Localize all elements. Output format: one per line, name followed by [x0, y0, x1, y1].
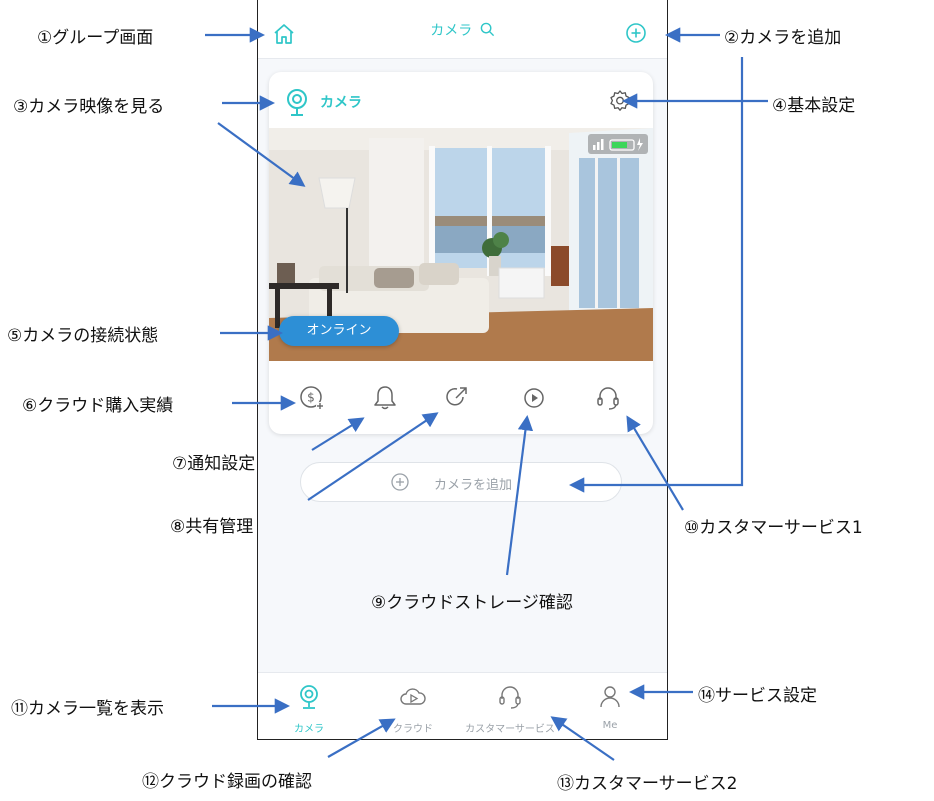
annotation-5: ⑤カメラの接続状態 — [7, 326, 159, 346]
annotation-4: ④基本設定 — [772, 96, 856, 116]
annotation-14: ⑭サービス設定 — [698, 686, 817, 706]
annotation-13: ⑬カスタマーサービス2 — [557, 774, 738, 794]
arrow-9 — [505, 414, 534, 576]
annotation-6: ⑥クラウド購入実績 — [22, 396, 174, 416]
arrow-7 — [311, 417, 365, 451]
arrow-2b — [568, 57, 744, 493]
arrow-8 — [307, 412, 439, 501]
arrow-3b — [217, 122, 306, 187]
arrow-12 — [327, 718, 396, 758]
annotation-9: ⑨クラウドストレージ確認 — [371, 593, 573, 613]
annotation-7: ⑦通知設定 — [172, 454, 256, 474]
annotation-2: ②カメラを追加 — [724, 28, 842, 48]
arrow-10 — [626, 415, 684, 511]
annotation-1: ①グループ画面 — [37, 28, 154, 48]
annotation-3: ③カメラ映像を見る — [13, 97, 165, 117]
annotation-12: ⑫クラウド録画の確認 — [142, 772, 312, 792]
annotation-8: ⑧共有管理 — [170, 517, 254, 537]
annotation-11: ⑪カメラ一覧を表示 — [11, 699, 164, 719]
arrow-13 — [550, 716, 615, 761]
annotation-10: ⑩カスタマーサービス1 — [684, 518, 863, 538]
